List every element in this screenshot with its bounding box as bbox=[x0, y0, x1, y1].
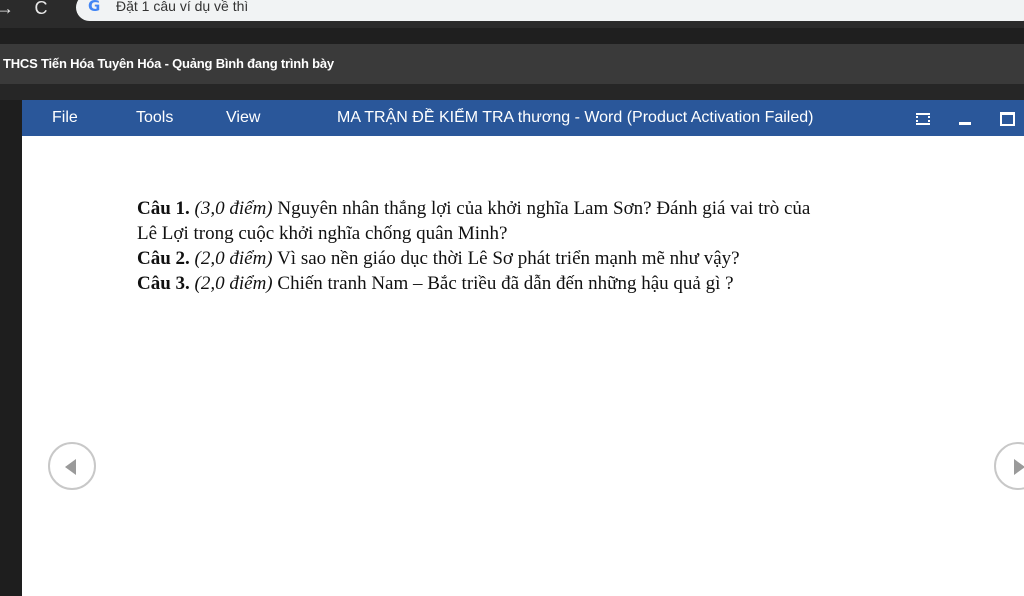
menu-file[interactable]: File bbox=[52, 109, 78, 127]
question-text: Lê Lợi trong cuộc khởi nghĩa chống quân … bbox=[137, 223, 508, 244]
presenter-label: THCS Tiến Hóa Tuyên Hóa - Quảng Bình đan… bbox=[3, 56, 334, 71]
question-number: Câu 3. bbox=[137, 273, 190, 294]
question-number: Câu 2. bbox=[137, 248, 190, 269]
question-text: Chiến tranh Nam – Bắc triều đã dẫn đến n… bbox=[277, 273, 734, 294]
back-arrow-icon[interactable]: → bbox=[0, 0, 16, 19]
question-1-line-1: Câu 1. (3,0 điểm) Nguyên nhân thắng lợi … bbox=[137, 196, 987, 221]
address-bar[interactable]: G Đặt 1 câu ví dụ về thì bbox=[76, 0, 1024, 21]
previous-page-button[interactable] bbox=[48, 442, 96, 490]
document-page: Câu 1. (3,0 điểm) Nguyên nhân thắng lợi … bbox=[22, 136, 1024, 596]
maximize-button[interactable] bbox=[994, 106, 1020, 130]
chevron-right-icon bbox=[1014, 459, 1024, 475]
fit-screen-button[interactable] bbox=[910, 106, 936, 130]
maximize-icon bbox=[999, 112, 1015, 127]
menu-view[interactable]: View bbox=[226, 109, 260, 127]
word-title-bar: File Tools View MA TRẬN ĐỀ KIỂM TRA thươ… bbox=[22, 100, 1024, 136]
question-2-line-1: Câu 2. (2,0 điểm) Vì sao nền giáo dục th… bbox=[137, 246, 987, 271]
minimize-icon bbox=[959, 121, 971, 125]
left-edge bbox=[0, 100, 22, 596]
fit-screen-icon bbox=[916, 113, 930, 126]
question-1-line-2: Lê Lợi trong cuộc khởi nghĩa chống quân … bbox=[137, 221, 987, 246]
document-body: Câu 1. (3,0 điểm) Nguyên nhân thắng lợi … bbox=[137, 196, 987, 296]
address-bar-text[interactable]: Đặt 1 câu ví dụ về thì bbox=[116, 0, 248, 14]
question-points: (2,0 điểm) bbox=[194, 273, 273, 294]
question-3-line-1: Câu 3. (2,0 điểm) Chiến tranh Nam – Bắc … bbox=[137, 271, 987, 296]
document-title: MA TRẬN ĐỀ KIỂM TRA thương - Word (Produ… bbox=[337, 109, 814, 126]
question-text: Vì sao nền giáo dục thời Lê Sơ phát triể… bbox=[277, 248, 740, 269]
question-points: (3,0 điểm) bbox=[194, 198, 273, 219]
menu-tools[interactable]: Tools bbox=[136, 109, 173, 127]
browser-toolbar: → C G Đặt 1 câu ví dụ về thì bbox=[0, 0, 1024, 28]
question-points: (2,0 điểm) bbox=[194, 248, 273, 269]
google-g-icon: G bbox=[88, 0, 101, 15]
question-text: Nguyên nhân thắng lợi của khởi nghĩa Lam… bbox=[277, 198, 811, 219]
question-number: Câu 1. bbox=[137, 198, 190, 219]
divider bbox=[0, 84, 1024, 100]
minimize-button[interactable] bbox=[952, 106, 978, 130]
presenter-banner: THCS Tiến Hóa Tuyên Hóa - Quảng Bình đan… bbox=[0, 44, 1024, 84]
screen: → C G Đặt 1 câu ví dụ về thì THCS Tiến H… bbox=[0, 0, 1024, 596]
chevron-left-icon bbox=[65, 459, 76, 475]
reload-icon[interactable]: C bbox=[30, 0, 52, 19]
